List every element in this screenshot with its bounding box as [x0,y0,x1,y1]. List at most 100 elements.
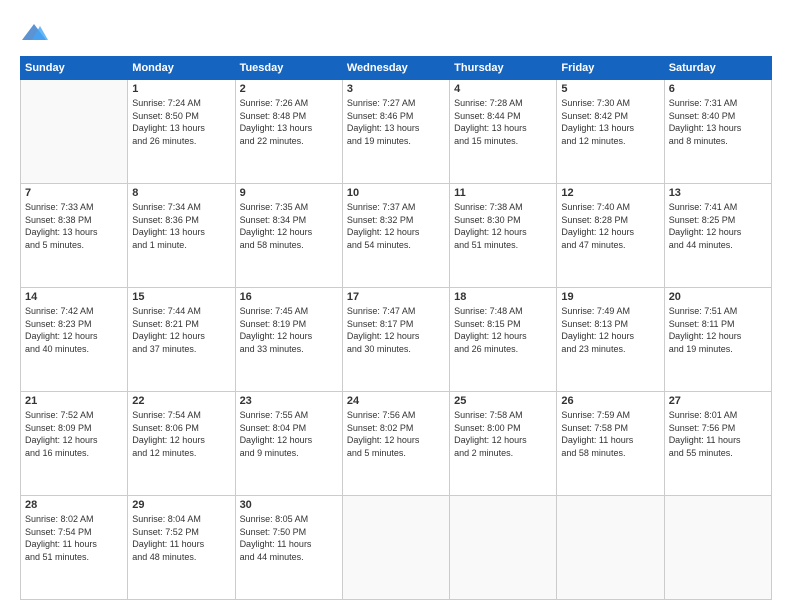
calendar-cell: 15 Sunrise: 7:44 AM Sunset: 8:21 PM Dayli… [128,288,235,392]
day-number: 8 [132,187,230,199]
day-info: Sunrise: 8:01 AM Sunset: 7:56 PM Dayligh… [669,409,767,459]
day-number: 17 [347,291,445,303]
calendar-page: SundayMondayTuesdayWednesdayThursdayFrid… [0,0,792,612]
calendar-cell: 12Sunrise: 7:40 AM Sunset: 8:28 PM Dayli… [557,184,664,288]
day-number: 23 [240,395,338,407]
calendar-cell: 9Sunrise: 7:35 AM Sunset: 8:34 PM Daylig… [235,184,342,288]
day-info: Sunrise: 8:05 AM Sunset: 7:50 PM Dayligh… [240,513,338,563]
day-info: Sunrise: 7:31 AM Sunset: 8:40 PM Dayligh… [669,97,767,147]
calendar-cell [557,496,664,600]
weekday-header-wednesday: Wednesday [342,57,449,80]
week-row-3: 14 Sunrise: 7:42 AM Sunset: 8:23 PM Dayli… [21,288,772,392]
day-number: 18 [454,291,552,303]
calendar-cell: 23 Sunrise: 7:55 AM Sunset: 8:04 PM Dayli… [235,392,342,496]
day-info: Sunrise: 7:37 AM Sunset: 8:32 PM Dayligh… [347,201,445,251]
logo [20,20,52,48]
calendar-cell [664,496,771,600]
day-number: 22 [132,395,230,407]
day-info: Sunrise: 7:58 AM Sunset: 8:00 PM Dayligh… [454,409,552,459]
day-info: Sunrise: 7:48 AM Sunset: 8:15 PM Dayligh… [454,305,552,355]
weekday-header-row: SundayMondayTuesdayWednesdayThursdayFrid… [21,57,772,80]
calendar-cell: 1 Sunrise: 7:24 AM Sunset: 8:50 PM Daylig… [128,80,235,184]
week-row-2: 7 Sunrise: 7:33 AM Sunset: 8:38 PM Daylig… [21,184,772,288]
logo-icon [20,20,48,48]
day-number: 25 [454,395,552,407]
day-number: 6 [669,83,767,95]
calendar-cell: 14 Sunrise: 7:42 AM Sunset: 8:23 PM Dayli… [21,288,128,392]
calendar-cell: 25 Sunrise: 7:58 AM Sunset: 8:00 PM Dayli… [450,392,557,496]
day-info: Sunrise: 7:28 AM Sunset: 8:44 PM Dayligh… [454,97,552,147]
day-info: Sunrise: 7:33 AM Sunset: 8:38 PM Dayligh… [25,201,123,251]
week-row-5: 28 Sunrise: 8:02 AM Sunset: 7:54 PM Dayli… [21,496,772,600]
day-number: 7 [25,187,123,199]
day-number: 10 [347,187,445,199]
calendar-cell: 3Sunrise: 7:27 AM Sunset: 8:46 PM Daylig… [342,80,449,184]
day-info: Sunrise: 7:49 AM Sunset: 8:13 PM Dayligh… [561,305,659,355]
calendar-cell: 22 Sunrise: 7:54 AM Sunset: 8:06 PM Dayli… [128,392,235,496]
day-number: 28 [25,499,123,511]
day-info: Sunrise: 7:51 AM Sunset: 8:11 PM Dayligh… [669,305,767,355]
weekday-header-sunday: Sunday [21,57,128,80]
day-info: Sunrise: 8:02 AM Sunset: 7:54 PM Dayligh… [25,513,123,563]
day-info: Sunrise: 7:41 AM Sunset: 8:25 PM Dayligh… [669,201,767,251]
day-info: Sunrise: 7:54 AM Sunset: 8:06 PM Dayligh… [132,409,230,459]
weekday-header-thursday: Thursday [450,57,557,80]
calendar-cell: 6 Sunrise: 7:31 AM Sunset: 8:40 PM Daylig… [664,80,771,184]
calendar-cell: 30 Sunrise: 8:05 AM Sunset: 7:50 PM Dayli… [235,496,342,600]
day-info: Sunrise: 7:59 AM Sunset: 7:58 PM Dayligh… [561,409,659,459]
day-number: 12 [561,187,659,199]
day-number: 20 [669,291,767,303]
calendar-cell: 7 Sunrise: 7:33 AM Sunset: 8:38 PM Daylig… [21,184,128,288]
calendar-cell: 13 Sunrise: 7:41 AM Sunset: 8:25 PM Dayli… [664,184,771,288]
day-info: Sunrise: 7:55 AM Sunset: 8:04 PM Dayligh… [240,409,338,459]
day-number: 29 [132,499,230,511]
day-info: Sunrise: 7:45 AM Sunset: 8:19 PM Dayligh… [240,305,338,355]
calendar-cell: 27 Sunrise: 8:01 AM Sunset: 7:56 PM Dayli… [664,392,771,496]
week-row-4: 21 Sunrise: 7:52 AM Sunset: 8:09 PM Dayli… [21,392,772,496]
day-info: Sunrise: 7:34 AM Sunset: 8:36 PM Dayligh… [132,201,230,251]
day-info: Sunrise: 7:56 AM Sunset: 8:02 PM Dayligh… [347,409,445,459]
weekday-header-tuesday: Tuesday [235,57,342,80]
day-info: Sunrise: 7:38 AM Sunset: 8:30 PM Dayligh… [454,201,552,251]
day-number: 24 [347,395,445,407]
day-number: 26 [561,395,659,407]
day-number: 11 [454,187,552,199]
day-number: 27 [669,395,767,407]
calendar-cell: 24 Sunrise: 7:56 AM Sunset: 8:02 PM Dayli… [342,392,449,496]
calendar-cell: 21 Sunrise: 7:52 AM Sunset: 8:09 PM Dayli… [21,392,128,496]
day-info: Sunrise: 7:24 AM Sunset: 8:50 PM Dayligh… [132,97,230,147]
day-number: 15 [132,291,230,303]
day-info: Sunrise: 7:44 AM Sunset: 8:21 PM Dayligh… [132,305,230,355]
calendar-cell: 26 Sunrise: 7:59 AM Sunset: 7:58 PM Dayli… [557,392,664,496]
day-number: 9 [240,187,338,199]
day-info: Sunrise: 7:42 AM Sunset: 8:23 PM Dayligh… [25,305,123,355]
day-info: Sunrise: 7:27 AM Sunset: 8:46 PM Dayligh… [347,97,445,147]
calendar-cell: 5Sunrise: 7:30 AM Sunset: 8:42 PM Daylig… [557,80,664,184]
day-info: Sunrise: 7:26 AM Sunset: 8:48 PM Dayligh… [240,97,338,147]
calendar-cell: 16Sunrise: 7:45 AM Sunset: 8:19 PM Dayli… [235,288,342,392]
calendar-cell: 8 Sunrise: 7:34 AM Sunset: 8:36 PM Daylig… [128,184,235,288]
day-number: 13 [669,187,767,199]
calendar-cell: 18 Sunrise: 7:48 AM Sunset: 8:15 PM Dayli… [450,288,557,392]
weekday-header-monday: Monday [128,57,235,80]
calendar-cell [342,496,449,600]
calendar-cell: 20 Sunrise: 7:51 AM Sunset: 8:11 PM Dayli… [664,288,771,392]
weekday-header-friday: Friday [557,57,664,80]
day-number: 14 [25,291,123,303]
week-row-1: 1 Sunrise: 7:24 AM Sunset: 8:50 PM Daylig… [21,80,772,184]
day-number: 1 [132,83,230,95]
day-number: 30 [240,499,338,511]
day-info: Sunrise: 8:04 AM Sunset: 7:52 PM Dayligh… [132,513,230,563]
header [20,16,772,48]
day-number: 4 [454,83,552,95]
calendar-cell: 11 Sunrise: 7:38 AM Sunset: 8:30 PM Dayli… [450,184,557,288]
calendar-cell: 2Sunrise: 7:26 AM Sunset: 8:48 PM Daylig… [235,80,342,184]
calendar-table: SundayMondayTuesdayWednesdayThursdayFrid… [20,56,772,600]
day-number: 21 [25,395,123,407]
day-number: 19 [561,291,659,303]
calendar-cell: 4 Sunrise: 7:28 AM Sunset: 8:44 PM Daylig… [450,80,557,184]
day-info: Sunrise: 7:52 AM Sunset: 8:09 PM Dayligh… [25,409,123,459]
calendar-cell: 10 Sunrise: 7:37 AM Sunset: 8:32 PM Dayli… [342,184,449,288]
calendar-cell: 29 Sunrise: 8:04 AM Sunset: 7:52 PM Dayli… [128,496,235,600]
calendar-cell: 17Sunrise: 7:47 AM Sunset: 8:17 PM Dayli… [342,288,449,392]
